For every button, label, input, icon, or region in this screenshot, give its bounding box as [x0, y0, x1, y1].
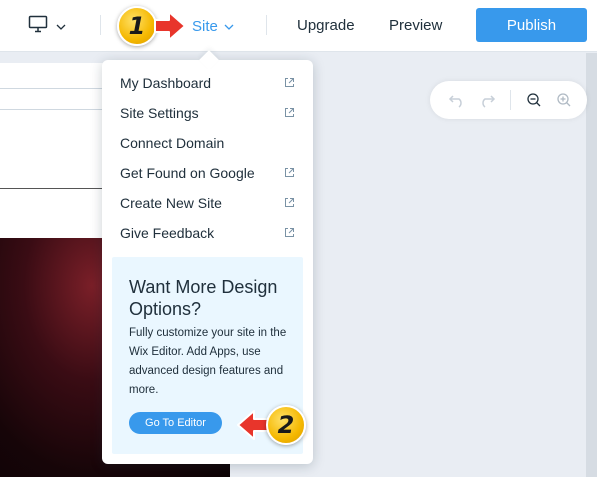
external-link-icon — [285, 168, 294, 177]
publish-button[interactable]: Publish — [476, 8, 587, 42]
menu-item-label: My Dashboard — [120, 75, 212, 91]
site-menu-button[interactable]: Site — [192, 14, 234, 38]
chevron-down-icon — [224, 17, 234, 35]
step-badge: 1 — [117, 6, 157, 46]
menu-item-create-new-site[interactable]: Create New Site — [102, 188, 313, 218]
divider — [266, 15, 267, 35]
preview-button[interactable]: Preview — [389, 17, 442, 34]
divider — [510, 90, 511, 110]
go-to-editor-button[interactable]: Go To Editor — [129, 412, 222, 434]
undo-zoom-toolbar — [430, 81, 587, 119]
menu-item-label: Give Feedback — [120, 225, 215, 241]
menu-item-connect-domain[interactable]: Connect Domain — [102, 128, 313, 158]
redo-icon[interactable] — [476, 89, 498, 111]
zoom-in-icon[interactable] — [553, 89, 575, 111]
promo-text: Fully customize your site in the Wix Edi… — [129, 327, 287, 396]
step-2-annotation: 2 — [236, 405, 306, 445]
external-link-icon — [285, 108, 294, 117]
step-badge: 2 — [266, 405, 306, 445]
promo-title: Want More Design Options? — [129, 277, 278, 319]
external-link-icon — [285, 78, 294, 87]
arrow-right-icon — [154, 11, 186, 41]
menu-item-give-feedback[interactable]: Give Feedback — [102, 218, 313, 248]
top-bar: Site Upgrade Preview Publish — [0, 0, 597, 52]
device-switcher-button[interactable] — [28, 14, 76, 38]
step-1-annotation: 1 — [117, 6, 187, 46]
site-dropdown-menu: My Dashboard Site Settings Connect Domai… — [102, 60, 313, 464]
zoom-out-icon[interactable] — [523, 89, 545, 111]
desktop-icon — [28, 15, 48, 38]
menu-item-label: Create New Site — [120, 195, 222, 211]
stage-scrollbar[interactable] — [586, 53, 597, 477]
menu-item-label: Get Found on Google — [120, 165, 255, 181]
divider — [100, 15, 101, 35]
menu-item-my-dashboard[interactable]: My Dashboard — [102, 68, 313, 98]
menu-item-site-settings[interactable]: Site Settings — [102, 98, 313, 128]
menu-item-label: Connect Domain — [120, 135, 225, 151]
upgrade-button[interactable]: Upgrade — [297, 17, 355, 34]
arrow-left-icon — [237, 410, 269, 440]
undo-icon[interactable] — [446, 89, 468, 111]
site-menu-label: Site — [192, 17, 218, 35]
canvas-element[interactable] — [0, 88, 118, 110]
menu-item-label: Site Settings — [120, 105, 199, 121]
menu-item-get-found-on-google[interactable]: Get Found on Google — [102, 158, 313, 188]
canvas-divider-line — [0, 188, 118, 189]
external-link-icon — [285, 228, 294, 237]
chevron-down-icon — [56, 17, 66, 35]
external-link-icon — [285, 198, 294, 207]
